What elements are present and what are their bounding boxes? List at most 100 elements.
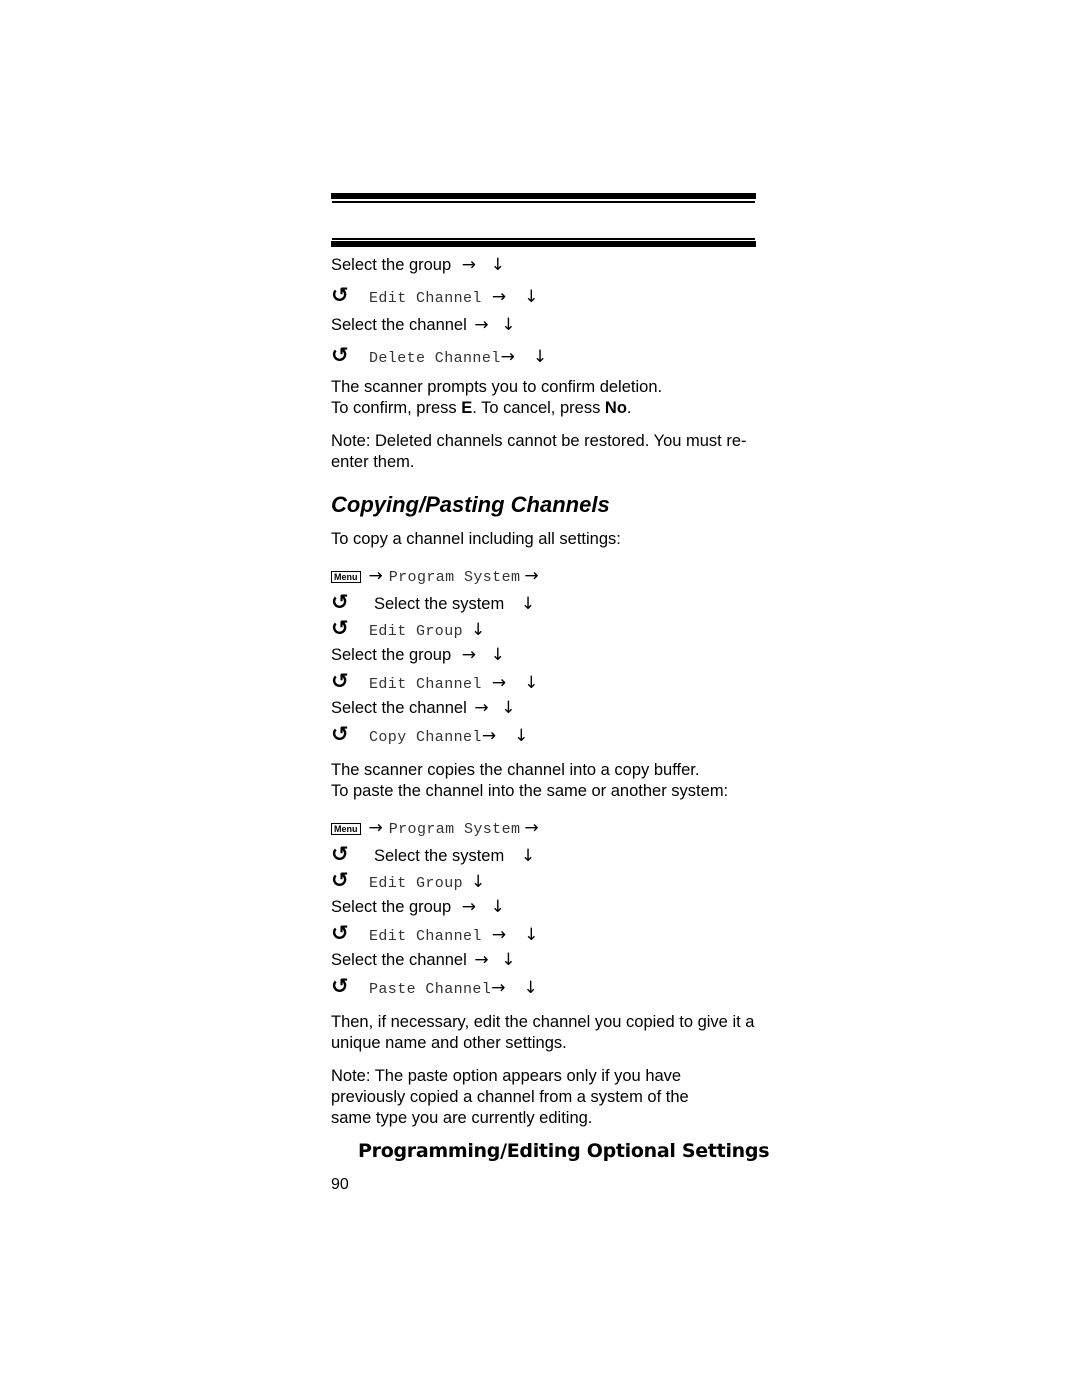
scroll-control-icon: ↺: [331, 842, 349, 866]
right-arrow-icon: →: [461, 645, 477, 665]
menu-option-text: Edit Group: [369, 623, 464, 640]
down-arrow-icon: ↓: [490, 897, 505, 917]
scroll-control-icon: ↺: [331, 343, 349, 367]
right-arrow-icon: →: [500, 347, 515, 367]
step-text: Select the group: [331, 898, 452, 916]
right-arrow-icon: →: [491, 287, 507, 307]
copy-result-paragraph: The scanner copies the channel into a co…: [331, 760, 761, 802]
paste-followup: Then, if necessary, edit the channel you…: [331, 1013, 755, 1052]
down-arrow-icon: ↓: [471, 620, 486, 640]
delete-step-edit-channel: ↺ Edit Channel → ↓: [331, 283, 539, 307]
section-heading: Copying/Pasting Channels: [331, 492, 610, 517]
menu-option-text: Program System: [388, 569, 521, 586]
text: .: [626, 399, 632, 417]
down-arrow-icon: ↓: [520, 846, 536, 866]
scroll-control-icon: ↺: [331, 921, 349, 945]
copy-result-line1: The scanner copies the channel into a co…: [331, 761, 700, 779]
text: To confirm, press: [331, 399, 462, 417]
cancel-key-label: No: [604, 399, 627, 417]
copy-step-edit-group: ↺ Edit Group ↓: [331, 616, 486, 640]
copy-step-select-channel: Select the channel → ↓: [331, 697, 515, 719]
right-arrow-icon: →: [491, 925, 507, 945]
step-text: Select the group: [331, 256, 452, 274]
right-arrow-icon: →: [524, 566, 539, 586]
menu-option-text: Edit Channel: [369, 290, 482, 307]
down-arrow-icon: ↓: [490, 255, 505, 275]
delete-step-select-group: Select the group → ↓: [331, 254, 505, 276]
step-text: Select the system: [374, 595, 505, 613]
step-text: Select the system: [374, 847, 505, 865]
header-rule-thick-top: [331, 193, 756, 199]
step-text: Select the channel: [331, 316, 467, 334]
right-arrow-icon: →: [524, 818, 539, 838]
paste-step-edit-group: ↺ Edit Group ↓: [331, 868, 486, 892]
down-arrow-icon: ↓: [524, 673, 539, 693]
copy-step-select-group: Select the group → ↓: [331, 644, 505, 666]
right-arrow-icon: →: [491, 673, 507, 693]
delete-confirm-line2: To confirm, press E. To cancel, press No…: [331, 398, 761, 419]
right-arrow-icon: →: [461, 897, 477, 917]
down-arrow-icon: ↓: [501, 950, 516, 970]
right-arrow-icon: →: [481, 726, 497, 746]
paste-step-edit-channel: ↺ Edit Channel → ↓: [331, 921, 539, 945]
down-arrow-icon: ↓: [523, 978, 538, 998]
right-arrow-icon: →: [368, 818, 383, 838]
scroll-control-icon: ↺: [331, 283, 349, 307]
step-text: Select the group: [331, 646, 452, 664]
paste-step-paste-channel: ↺ Paste Channel→ ↓: [331, 974, 538, 998]
scroll-control-icon: ↺: [331, 868, 349, 892]
menu-option-text: Edit Group: [369, 875, 464, 892]
copy-step-select-system: ↺ Select the system ↓: [331, 590, 536, 614]
paste-step-select-system: ↺ Select the system ↓: [331, 842, 536, 866]
scroll-control-icon: ↺: [331, 590, 349, 614]
copy-result-line2: To paste the channel into the same or an…: [331, 782, 729, 800]
menu-option-text: Paste Channel: [369, 981, 492, 998]
down-arrow-icon: ↓: [520, 594, 536, 614]
menu-option-text: Edit Channel: [369, 928, 482, 945]
paste-step-select-group: Select the group → ↓: [331, 896, 505, 918]
header-rule-thin-top: [332, 201, 755, 203]
menu-option-text: Copy Channel: [369, 729, 482, 746]
copy-step-copy-channel: ↺ Copy Channel→ ↓: [331, 722, 529, 746]
page-number: 90: [331, 1176, 349, 1193]
down-arrow-icon: ↓: [501, 315, 516, 335]
down-arrow-icon: ↓: [532, 347, 548, 367]
copy-step-edit-channel: ↺ Edit Channel → ↓: [331, 669, 539, 693]
right-arrow-icon: →: [491, 978, 506, 998]
right-arrow-icon: →: [474, 315, 489, 335]
right-arrow-icon: →: [474, 950, 489, 970]
scroll-control-icon: ↺: [331, 669, 349, 693]
delete-confirm-line1: The scanner prompts you to confirm delet…: [331, 378, 663, 396]
paste-note: Note: The paste option appears only if y…: [331, 1067, 689, 1127]
step-text: Select the channel: [331, 699, 467, 717]
scroll-control-icon: ↺: [331, 616, 349, 640]
delete-note: Note: Deleted channels cannot be restore…: [331, 432, 747, 471]
down-arrow-icon: ↓: [490, 645, 505, 665]
menu-key-icon: Menu: [331, 571, 361, 584]
menu-key-icon: Menu: [331, 823, 361, 836]
footer-section-title: Programming/Editing Optional Settings: [358, 1140, 770, 1162]
down-arrow-icon: ↓: [514, 726, 529, 746]
delete-step-select-channel: Select the channel → ↓: [331, 314, 515, 336]
down-arrow-icon: ↓: [471, 872, 486, 892]
delete-step-delete-channel: ↺ Delete Channel→ ↓: [331, 343, 548, 367]
scroll-control-icon: ↺: [331, 974, 349, 998]
down-arrow-icon: ↓: [501, 698, 516, 718]
right-arrow-icon: →: [368, 566, 383, 586]
header-rule-thick-bottom: [331, 241, 756, 247]
down-arrow-icon: ↓: [524, 925, 539, 945]
down-arrow-icon: ↓: [524, 287, 539, 307]
paste-step-select-channel: Select the channel → ↓: [331, 949, 515, 971]
right-arrow-icon: →: [461, 255, 477, 275]
scroll-control-icon: ↺: [331, 722, 349, 746]
menu-option-text: Program System: [388, 821, 521, 838]
menu-option-text: Edit Channel: [369, 676, 482, 693]
paste-step-menu-program-system: Menu → Program System →: [331, 817, 539, 839]
header-rule-thin-bottom: [332, 238, 755, 240]
delete-confirm-paragraph: The scanner prompts you to confirm delet…: [331, 377, 761, 419]
confirm-key-label: E: [461, 399, 473, 417]
text: . To cancel, press: [472, 399, 605, 417]
right-arrow-icon: →: [474, 698, 489, 718]
step-text: Select the channel: [331, 951, 467, 969]
copy-intro: To copy a channel including all settings…: [331, 530, 621, 548]
